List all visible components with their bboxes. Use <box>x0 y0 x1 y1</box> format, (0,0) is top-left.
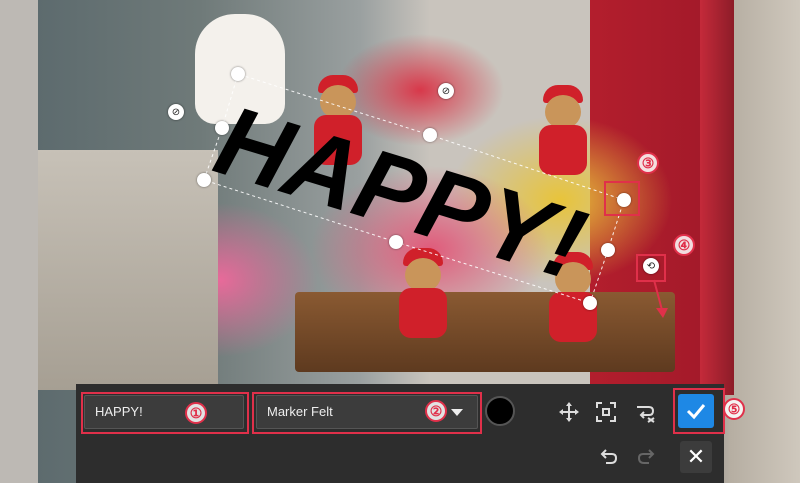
rotate-node-icon[interactable]: ⊘ <box>438 83 454 99</box>
callout-number-5: ⑤ <box>723 398 745 420</box>
undo-icon[interactable] <box>595 442 623 470</box>
text-handle[interactable] <box>197 173 211 187</box>
text-handle[interactable] <box>601 243 615 257</box>
callout-number-4: ④ <box>673 234 695 256</box>
callout-arrow <box>653 279 668 318</box>
text-path-icon[interactable] <box>631 398 659 426</box>
color-picker-button[interactable] <box>485 396 515 426</box>
callout-box-3 <box>604 181 640 216</box>
callout-number-1: ① <box>185 402 207 424</box>
redo-icon[interactable] <box>632 442 660 470</box>
delete-node-icon[interactable]: ⊘ <box>168 104 184 120</box>
text-handle[interactable] <box>231 67 245 81</box>
fit-frame-icon[interactable] <box>592 398 620 426</box>
close-icon: ✕ <box>686 444 706 470</box>
text-handle[interactable] <box>423 128 437 142</box>
text-handle[interactable] <box>389 235 403 249</box>
callout-number-3: ③ <box>637 152 659 174</box>
cancel-button[interactable]: ✕ <box>680 441 712 473</box>
callout-box-5 <box>673 388 725 434</box>
callout-box-1 <box>81 392 249 434</box>
happy-text[interactable]: HAPPY! <box>204 84 598 302</box>
text-handle[interactable] <box>583 296 597 310</box>
callout-number-2: ② <box>425 400 447 422</box>
move-icon[interactable] <box>555 398 583 426</box>
text-handle[interactable] <box>215 121 229 135</box>
callout-box-2 <box>252 392 482 434</box>
